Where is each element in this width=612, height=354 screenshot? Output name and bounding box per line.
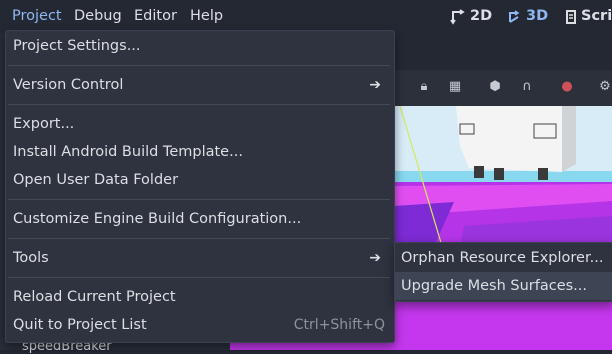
project-menu: Project Settings... Version Control ➔ Ex… xyxy=(5,30,395,343)
submenu-arrow-icon: ➔ xyxy=(369,77,381,93)
submenu-item-label: Orphan Resource Explorer... xyxy=(401,250,604,266)
submenu-arrow-icon: ➔ xyxy=(369,250,381,266)
menu-item-install-android-template[interactable]: Install Android Build Template... xyxy=(13,139,387,165)
menu-separator xyxy=(8,65,390,66)
menu-separator xyxy=(8,238,390,239)
menu-separator xyxy=(8,104,390,105)
view-script-label: Scrip xyxy=(581,8,612,24)
submenu-item-label: Upgrade Mesh Surfaces... xyxy=(401,278,588,294)
menu-editor[interactable]: Editor xyxy=(134,0,177,34)
menu-item-label: Version Control xyxy=(13,77,124,93)
group-icon[interactable]: ▦ xyxy=(448,80,462,94)
menu-item-label: Customize Engine Build Configuration... xyxy=(13,211,302,227)
3d-view-icon xyxy=(509,10,520,23)
lock-icon[interactable]: 🔒︎ xyxy=(417,80,431,94)
menu-debug[interactable]: Debug xyxy=(74,0,122,34)
mesh-icon[interactable]: ⬢ xyxy=(488,80,502,94)
menu-separator xyxy=(8,277,390,278)
menu-item-export[interactable]: Export... xyxy=(13,111,387,137)
menu-item-project-settings[interactable]: Project Settings... xyxy=(13,33,387,59)
menu-item-quit-to-project-list[interactable]: Quit to Project List Ctrl+Shift+Q xyxy=(13,312,387,338)
tools-submenu: Orphan Resource Explorer... Upgrade Mesh… xyxy=(394,242,612,302)
menu-item-version-control[interactable]: Version Control ➔ xyxy=(13,72,387,98)
view-2d-button[interactable]: 2D xyxy=(450,0,494,34)
view-2d-label: 2D xyxy=(470,8,493,24)
record-icon[interactable]: ● xyxy=(560,80,574,94)
menu-help[interactable]: Help xyxy=(190,0,223,34)
menu-item-reload-project[interactable]: Reload Current Project xyxy=(13,284,387,310)
menu-item-label: Reload Current Project xyxy=(13,289,176,305)
menu-item-tools[interactable]: Tools ➔ xyxy=(13,245,387,271)
2d-view-icon xyxy=(450,9,465,25)
menu-item-label: Project Settings... xyxy=(13,38,141,54)
menu-item-label: Open User Data Folder xyxy=(13,172,179,188)
menu-item-label: Install Android Build Template... xyxy=(13,144,243,160)
script-icon xyxy=(566,10,576,24)
submenu-item-upgrade-mesh-surfaces[interactable]: Upgrade Mesh Surfaces... xyxy=(395,272,612,300)
menu-item-label: Quit to Project List xyxy=(13,317,147,333)
view-3d-label: 3D xyxy=(526,8,549,24)
menu-bar: Project Debug Editor Help 2D 3D Scrip xyxy=(0,0,612,34)
menu-separator xyxy=(8,199,390,200)
view-script-button[interactable]: Scrip xyxy=(562,0,612,34)
menu-item-customize-engine-build[interactable]: Customize Engine Build Configuration... xyxy=(13,206,387,232)
menu-item-open-user-data-folder[interactable]: Open User Data Folder xyxy=(13,167,387,193)
submenu-item-orphan-resource-explorer[interactable]: Orphan Resource Explorer... xyxy=(395,244,612,272)
menu-item-label: Export... xyxy=(13,116,75,132)
menu-project[interactable]: Project xyxy=(12,0,62,34)
gear-icon[interactable]: ⚙ xyxy=(598,80,612,94)
snap-icon[interactable]: ∩ xyxy=(520,80,534,94)
menu-item-label: Tools xyxy=(13,250,49,266)
view-3d-button[interactable]: 3D xyxy=(506,0,550,34)
menu-item-shortcut: Ctrl+Shift+Q xyxy=(293,317,385,333)
